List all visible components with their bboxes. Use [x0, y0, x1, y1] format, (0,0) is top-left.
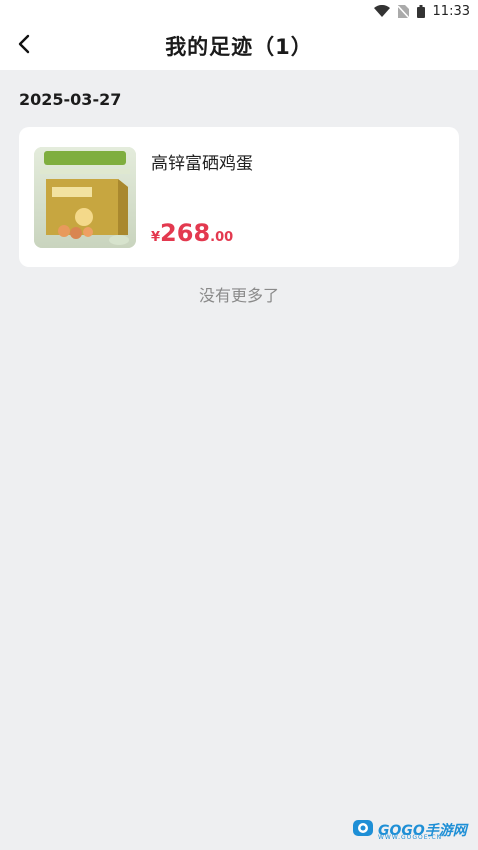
no-more-text: 没有更多了: [198, 286, 279, 305]
watermark-logo: GOGO手游网 WWW.GOGOE.CN: [352, 818, 467, 842]
product-name[interactable]: 高锌富硒鸡蛋: [151, 149, 459, 174]
product-price: ¥268.00: [151, 219, 233, 247]
battery-icon: [416, 4, 425, 18]
history-date: 2025-03-27: [19, 90, 122, 109]
page-title: 我的足迹（1）: [165, 35, 313, 59]
status-time: 11:33: [432, 3, 470, 19]
no-sim-icon: [397, 4, 409, 18]
product-image[interactable]: [34, 147, 136, 248]
price-currency: ¥: [151, 230, 161, 245]
price-integer: 268: [160, 219, 211, 247]
product-card[interactable]: 高锌富硒鸡蛋 ¥268.00: [19, 127, 459, 267]
watermark-subtext: WWW.GOGOE.CN: [378, 834, 443, 841]
top-nav-bar: 我的足迹（1）: [0, 22, 478, 70]
price-decimal: .00: [210, 230, 234, 245]
product-info: 高锌富硒鸡蛋 ¥268.00: [151, 147, 459, 267]
back-button[interactable]: [10, 32, 38, 60]
wifi-icon: [373, 5, 390, 17]
gamepad-icon: [352, 818, 374, 842]
chevron-left-icon: [17, 34, 31, 58]
status-bar: 11:33: [0, 0, 478, 22]
